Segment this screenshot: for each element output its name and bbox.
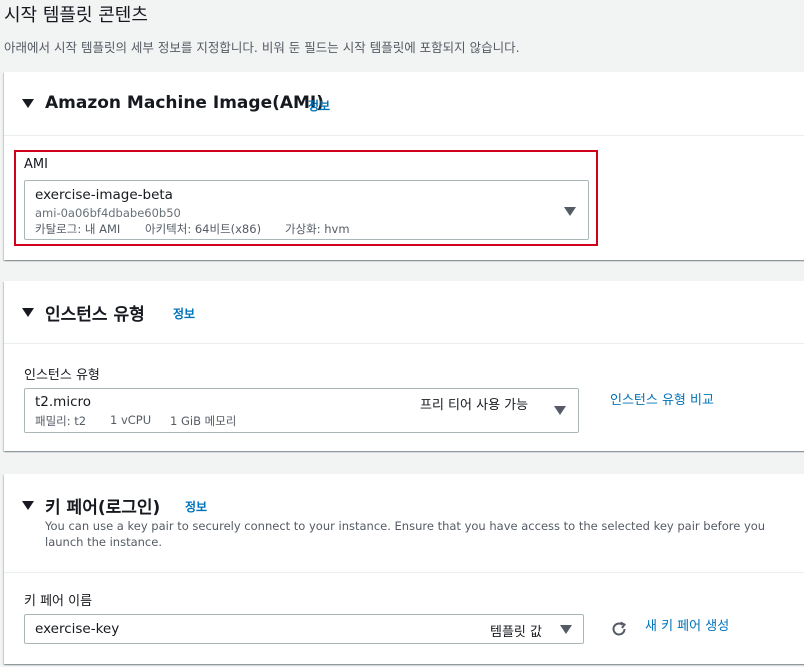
key-pair-info-link[interactable]: 정보 [185,498,207,515]
key-pair-selected-name: exercise-key [35,621,120,637]
ami-info-link[interactable]: 정보 [308,97,330,114]
key-pair-section-title: 키 페어(로그인) [45,498,161,518]
ami-panel-header[interactable]: Amazon Machine Image(AMI) 정보 [4,72,804,136]
ami-section-title: Amazon Machine Image(AMI) [45,93,325,113]
dropdown-arrow-icon[interactable] [554,406,566,415]
compare-instance-types-link[interactable]: 인스턴스 유형 비교 [610,389,714,408]
template-value-tag: 템플릿 값 [490,625,542,640]
ami-selected-id: ami-0a06bf4dbabe60b50 [35,206,181,220]
caret-down-icon[interactable] [22,501,34,510]
instance-type-field-label: 인스턴스 유형 [24,368,100,383]
create-key-pair-link[interactable]: 새 키 페어 생성 [645,615,729,634]
dropdown-arrow-icon[interactable] [560,625,572,634]
instance-type-panel-header[interactable]: 인스턴스 유형 정보 [4,281,804,344]
instance-vcpu: 1 vCPU [110,413,152,427]
key-pair-description: You can use a key pair to securely conne… [45,519,766,549]
ami-catalog: 카탈로그: 내 AMI [35,222,121,236]
ami-select[interactable]: exercise-image-beta ami-0a06bf4dbabe60b5… [24,180,589,240]
free-tier-tag: 프리 티어 사용 가능 [420,398,529,413]
key-pair-select[interactable]: exercise-key 템플릿 값 [24,614,584,644]
instance-type-panel: 인스턴스 유형 정보 인스턴스 유형 t2.micro 패밀리: t2 1 vC… [4,281,804,451]
key-pair-panel-header[interactable]: 키 페어(로그인) 정보 You can use a key pair to s… [4,474,804,573]
ami-architecture: 아키텍처: 64비트(x86) [145,222,262,236]
instance-memory: 1 GiB 메모리 [170,414,237,428]
instance-type-section-title: 인스턴스 유형 [45,305,145,325]
page-description: 아래에서 시작 템플릿의 세부 정보를 지정합니다. 비워 둔 필드는 시작 템… [4,40,520,55]
ami-selected-name: exercise-image-beta [35,187,173,203]
page-title: 시작 템플릿 콘텐츠 [4,5,148,26]
refresh-icon[interactable] [610,620,628,638]
instance-family: 패밀리: t2 [35,414,87,428]
ami-field-label: AMI [24,157,48,172]
instance-type-info-link[interactable]: 정보 [173,305,195,322]
key-pair-field-label: 키 페어 이름 [24,594,93,609]
instance-type-selected-name: t2.micro [35,394,92,410]
caret-down-icon[interactable] [22,99,34,108]
page-header: 시작 템플릿 콘텐츠 아래에서 시작 템플릿의 세부 정보를 지정합니다. 비워… [4,4,520,56]
ami-virtualization: 가상화: hvm [285,222,350,236]
instance-type-select[interactable]: t2.micro 패밀리: t2 1 vCPU 1 GiB 메모리 프리 티어 … [24,388,579,433]
caret-down-icon[interactable] [22,308,34,317]
ami-panel: Amazon Machine Image(AMI) 정보 AMI exercis… [4,72,804,260]
dropdown-arrow-icon[interactable] [564,207,576,216]
key-pair-panel: 키 페어(로그인) 정보 You can use a key pair to s… [4,474,804,664]
